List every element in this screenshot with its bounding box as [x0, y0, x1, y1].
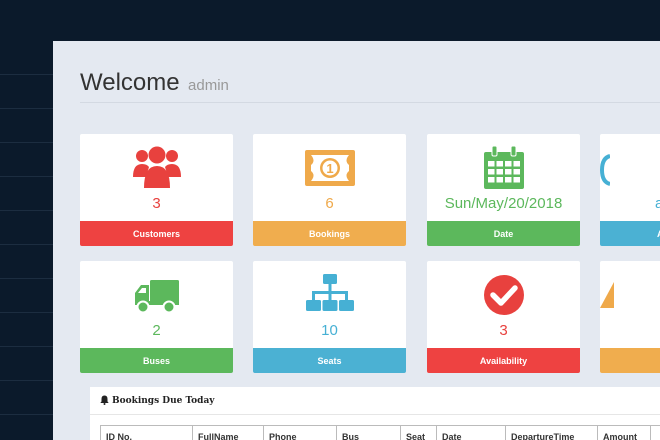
bookings-due-panel: Bookings Due Today ID No. FullName Phone… — [90, 387, 660, 440]
col-id: ID No. — [101, 426, 193, 440]
bookings-count: 6 — [325, 195, 334, 212]
page-title: Welcome admin — [80, 69, 229, 97]
buses-label[interactable]: Buses — [80, 348, 233, 373]
date-label[interactable]: Date — [427, 221, 580, 246]
date-card[interactable]: Sun/May/20/2018 Date — [427, 134, 580, 246]
customers-label[interactable]: Customers — [80, 221, 233, 246]
money-icon: 1 — [253, 144, 406, 192]
users-icon — [80, 144, 233, 192]
warning-icon — [600, 271, 660, 319]
availability-card[interactable]: 3 Availability — [427, 261, 580, 373]
col-phone: Phone — [264, 426, 337, 440]
sidebar-divider — [0, 210, 53, 211]
sidebar-divider — [0, 74, 53, 75]
sidebar-divider — [0, 142, 53, 143]
partial-label-1[interactable]: A — [600, 221, 660, 246]
bookings-label[interactable]: Bookings — [253, 221, 406, 246]
buses-card[interactable]: 2 Buses — [80, 261, 233, 373]
col-amount: Amount — [598, 426, 651, 440]
col-departure-time: DepartureTime — [506, 426, 598, 440]
bookings-card[interactable]: 1 6 Bookings — [253, 134, 406, 246]
seats-count: 10 — [321, 322, 338, 339]
sidebar-divider — [0, 312, 53, 313]
customers-count: 3 — [152, 195, 161, 212]
check-circle-icon — [427, 271, 580, 319]
sidebar-divider — [0, 414, 53, 415]
sidebar-divider — [0, 278, 53, 279]
col-date: Date — [437, 426, 506, 440]
bookings-table-header: ID No. FullName Phone Bus Seat Date Depa… — [100, 425, 660, 440]
sidebar-divider — [0, 108, 53, 109]
col-extra — [651, 426, 660, 440]
col-fullname: FullName — [193, 426, 264, 440]
truck-icon — [80, 271, 233, 319]
partial-value-1: a — [655, 195, 660, 212]
sidebar-divider — [0, 346, 53, 347]
sitemap-icon — [253, 271, 406, 319]
partial-card-2[interactable] — [600, 261, 660, 373]
availability-count: 3 — [499, 322, 508, 339]
username: admin — [188, 77, 229, 94]
svg-text:1: 1 — [326, 161, 333, 176]
buses-count: 2 — [152, 322, 161, 339]
customers-card[interactable]: 3 Customers — [80, 134, 233, 246]
sidebar-divider — [0, 176, 53, 177]
seats-card[interactable]: 10 Seats — [253, 261, 406, 373]
main-content: Welcome admin 3 Customers 1 6 Bookings S… — [53, 41, 660, 440]
partial-label-2[interactable] — [600, 348, 660, 373]
seats-label[interactable]: Seats — [253, 348, 406, 373]
partial-icon — [600, 144, 660, 192]
panel-title: Bookings Due Today — [112, 395, 215, 406]
col-seat: Seat — [401, 426, 437, 440]
sidebar-divider — [0, 380, 53, 381]
col-bus: Bus — [337, 426, 401, 440]
partial-card-1[interactable]: a A — [600, 134, 660, 246]
panel-heading: Bookings Due Today — [90, 387, 660, 415]
sidebar-divider — [0, 244, 53, 245]
current-date: Sun/May/20/2018 — [444, 195, 563, 212]
sidebar — [0, 0, 53, 440]
bell-icon — [100, 392, 109, 410]
calendar-icon — [427, 144, 580, 192]
availability-label[interactable]: Availability — [427, 348, 580, 373]
title-divider — [80, 102, 660, 103]
welcome-heading: Welcome — [80, 69, 180, 96]
